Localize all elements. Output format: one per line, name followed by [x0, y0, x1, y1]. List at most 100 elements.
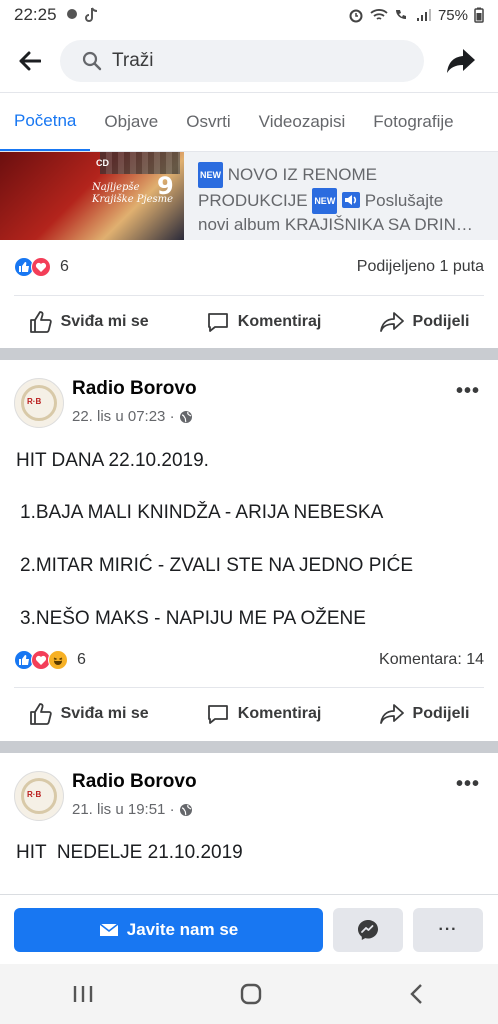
- notification-icon: [66, 9, 77, 19]
- messenger-button[interactable]: [333, 907, 403, 952]
- thumbnail-cd-label: CD: [96, 158, 109, 168]
- album-thumbnail: CD Najljepše Krajiške Pjesme 9: [0, 152, 184, 240]
- battery-icon: [474, 7, 484, 23]
- search-input[interactable]: Traži: [60, 40, 424, 82]
- share-icon: [379, 704, 404, 724]
- link-text-a: NOVO IZ RENOME: [227, 165, 377, 184]
- page-tabs: Početna Objave Osvrti Videozapisi Fotogr…: [0, 92, 498, 152]
- alarm-icon: [349, 9, 363, 23]
- post-separator: [0, 348, 498, 360]
- post1-actions: Sviđa mi se Komentiraj Podijeli: [0, 296, 498, 348]
- messenger-icon: [358, 919, 378, 940]
- comment-button[interactable]: Komentiraj: [206, 702, 322, 726]
- post2-line1: HIT DANA 22.10.2019.: [16, 450, 209, 471]
- haha-reaction-icon: [48, 650, 68, 670]
- arrow-left-icon: [19, 51, 41, 71]
- post2-reactions[interactable]: 6 Komentara: 14: [0, 634, 498, 686]
- link-text-c: Poslušajte: [364, 191, 444, 210]
- wifi-icon: [370, 9, 388, 20]
- tab-reviews[interactable]: Osvrti: [172, 93, 244, 151]
- post-meta[interactable]: 22. lis u 07:23 ·: [72, 408, 193, 425]
- contact-us-label: Javite nam se: [126, 919, 239, 939]
- post2-line4: 3.NEŠO MAKS - NAPIJU ME PA OŽENE: [20, 608, 366, 629]
- avatar[interactable]: R·B: [14, 771, 64, 821]
- share-arrow-icon: [447, 49, 475, 73]
- like-label: Sviđa mi se: [60, 705, 149, 722]
- comment-count[interactable]: Komentara: 14: [379, 651, 484, 669]
- speaker-icon: [342, 192, 361, 208]
- envelope-icon: [99, 922, 119, 936]
- signal-icon: [416, 9, 431, 21]
- status-time: 22:25: [14, 5, 57, 24]
- comment-label: Komentiraj: [237, 705, 322, 722]
- more-options-button[interactable]: •••: [456, 380, 480, 403]
- post1-reactions[interactable]: 6 Podijeljeno 1 puta: [0, 241, 498, 293]
- contact-us-button[interactable]: Javite nam se: [14, 907, 323, 952]
- comment-button[interactable]: Komentiraj: [206, 310, 321, 334]
- link-preview[interactable]: CD Najljepše Krajiške Pjesme 9 NEW NOVO …: [0, 152, 498, 240]
- post3-line1: HIT NEDELJE 21.10.2019: [16, 842, 243, 863]
- avatar-logo-mark: R·B: [27, 397, 42, 406]
- search-placeholder: Traži: [112, 50, 154, 71]
- reaction-count: 6: [77, 651, 86, 668]
- share-icon: [379, 312, 404, 332]
- globe-icon: [179, 803, 192, 816]
- avatar[interactable]: R·B: [14, 378, 64, 428]
- share-page-button[interactable]: [424, 30, 498, 92]
- share-button[interactable]: Podijeli: [379, 311, 470, 333]
- page-name[interactable]: Radio Borovo: [72, 378, 197, 400]
- post2-line3: 2.MITAR MIRIĆ - ZVALI STE NA JEDNO PIĆE: [20, 555, 414, 576]
- share-count[interactable]: Podijeljeno 1 puta: [357, 258, 484, 276]
- love-reaction-icon: [31, 257, 51, 277]
- status-right: 75%: [348, 7, 484, 24]
- like-button[interactable]: Sviđa mi se: [29, 310, 149, 334]
- avatar-logo-mark: R·B: [27, 790, 42, 799]
- search-icon: [82, 51, 102, 71]
- comment-icon: [207, 705, 228, 724]
- page-name[interactable]: Radio Borovo: [72, 771, 197, 793]
- share-label: Podijeli: [412, 705, 470, 722]
- recent-apps-icon[interactable]: [72, 984, 94, 1004]
- link-description: NEW NOVO IZ RENOME PRODUKCIJE NEW Posluš…: [184, 152, 498, 240]
- system-nav-bar: [0, 964, 498, 1024]
- tab-videos[interactable]: Videozapisi: [245, 93, 360, 151]
- reaction-count: 6: [60, 258, 69, 275]
- share-label: Podijeli: [412, 313, 470, 330]
- tab-home[interactable]: Početna: [0, 93, 91, 151]
- like-button[interactable]: Sviđa mi se: [29, 702, 149, 726]
- share-button[interactable]: Podijeli: [379, 703, 470, 725]
- more-actions-button[interactable]: ···: [413, 907, 483, 952]
- like-label: Sviđa mi se: [60, 313, 149, 330]
- post3-header: R·B Radio Borovo 21. lis u 19:51 · •••: [0, 765, 498, 827]
- thumbnail-number: 9: [157, 172, 174, 200]
- tab-photos[interactable]: Fotografije: [359, 93, 467, 151]
- post-meta[interactable]: 21. lis u 19:51 ·: [72, 801, 193, 818]
- reaction-icons: [14, 650, 68, 670]
- battery-percent: 75%: [437, 6, 468, 24]
- status-bar: 22:25 75%: [0, 0, 498, 30]
- tiktok-icon: [84, 7, 97, 22]
- new-badge-icon: NEW: [312, 188, 338, 214]
- link-text-b: PRODUKCIJE: [198, 191, 308, 210]
- more-options-button[interactable]: •••: [456, 773, 480, 796]
- back-button[interactable]: [0, 30, 60, 92]
- notification-icons: [65, 7, 99, 23]
- post-timestamp: 21. lis u 19:51 ·: [72, 801, 175, 818]
- new-badge-icon: NEW: [198, 162, 223, 188]
- post2-actions: Sviđa mi se Komentiraj Podijeli: [0, 688, 498, 740]
- tab-posts[interactable]: Objave: [90, 93, 172, 151]
- comment-icon: [207, 313, 228, 332]
- back-icon[interactable]: [408, 983, 426, 1005]
- post-timestamp: 22. lis u 07:23 ·: [72, 408, 175, 425]
- thumbs-up-icon: [29, 311, 52, 333]
- link-text-d: novi album KRAJIŠNIKA SA DRIN…: [198, 215, 473, 234]
- reaction-icons: [14, 257, 51, 277]
- thumbs-up-icon: [29, 703, 52, 725]
- call-icon: [395, 10, 406, 19]
- post2-line2: 1.BAJA MALI KNINDŽA - ARIJA NEBESKA: [20, 502, 384, 523]
- search-header: Traži: [0, 30, 498, 92]
- post-separator: [0, 741, 498, 753]
- home-icon[interactable]: [239, 982, 263, 1006]
- globe-icon: [179, 410, 192, 423]
- post2-header: R·B Radio Borovo 22. lis u 07:23 · •••: [0, 372, 498, 434]
